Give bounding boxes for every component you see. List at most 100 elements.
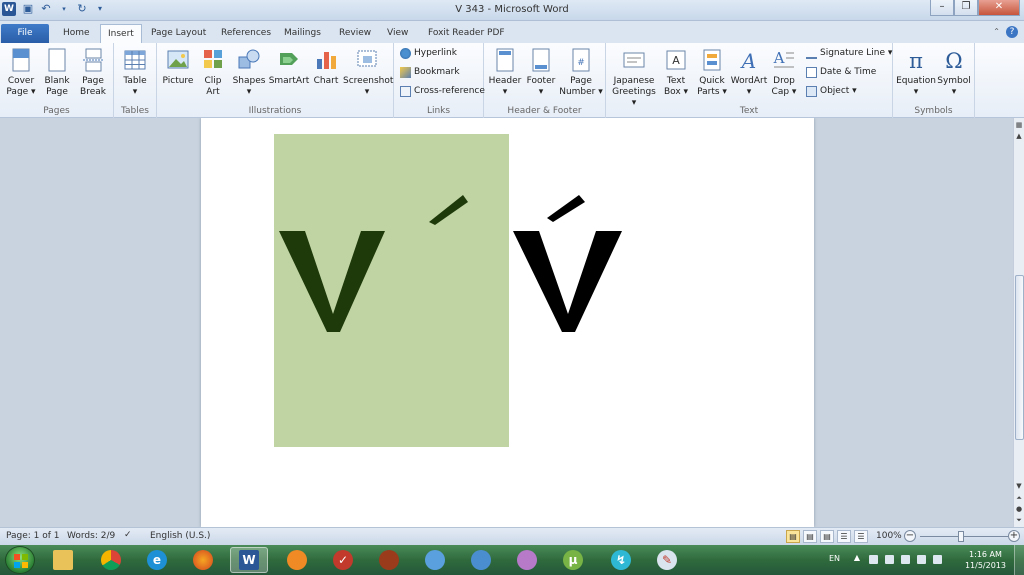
zoom-slider-track[interactable]	[920, 536, 1008, 537]
taskbar-chrome[interactable]	[92, 547, 130, 573]
tab-references[interactable]: References	[214, 24, 278, 43]
scroll-down-arrow-icon[interactable]: ▼	[1014, 481, 1024, 491]
cover-page-button[interactable]: Cover Page ▾	[4, 47, 38, 98]
picture-button[interactable]: Picture	[161, 47, 195, 87]
header-button[interactable]: Header ▾	[487, 47, 523, 98]
help-icon[interactable]: ?	[1006, 26, 1018, 38]
tab-home[interactable]: Home	[56, 24, 97, 43]
hyperlink-icon	[400, 47, 411, 59]
cross-reference-button[interactable]: Cross-reference	[400, 85, 485, 97]
hyperlink-button[interactable]: Hyperlink	[400, 47, 457, 59]
clock-date: 11/5/2013	[964, 561, 1006, 570]
taskbar-clock[interactable]: 1:16 AM 11/5/2013	[965, 549, 1006, 571]
outline-view-button[interactable]: ☰	[837, 530, 851, 543]
tray-expand-icon[interactable]: ▲	[854, 553, 860, 562]
footer-button[interactable]: Footer ▾	[523, 47, 559, 98]
flag-tray-icon[interactable]	[885, 555, 894, 564]
zoom-slider-thumb[interactable]	[958, 531, 964, 542]
next-page-icon[interactable]: ⏷	[1014, 515, 1024, 525]
volume-tray-icon[interactable]	[933, 555, 942, 564]
taskbar-app-11[interactable]	[508, 547, 546, 573]
minimize-ribbon-icon[interactable]: ⌃	[993, 27, 1000, 36]
taskbar-internet-explorer[interactable]: e	[138, 547, 176, 573]
page-number-button[interactable]: # Page Number ▾	[559, 47, 603, 98]
signature-line-button[interactable]: Signature Line ▾	[806, 47, 892, 59]
start-button[interactable]	[5, 546, 35, 574]
device-tray-icon[interactable]	[901, 555, 910, 564]
tab-insert[interactable]: Insert	[100, 24, 142, 43]
bookmark-button[interactable]: Bookmark	[400, 66, 460, 78]
tab-file[interactable]: File	[1, 24, 49, 43]
previous-page-icon[interactable]: ⏶	[1014, 493, 1024, 503]
japanese-greetings-button[interactable]: Japanese Greetings ▾	[610, 47, 658, 109]
screenshot-button[interactable]: Screenshot ▾	[343, 47, 393, 98]
detached-accent-glyph[interactable]	[429, 195, 468, 225]
object-button[interactable]: Object ▾	[806, 85, 857, 97]
page-break-button[interactable]: Page Break	[76, 47, 110, 98]
document-area[interactable]	[0, 118, 1013, 527]
restore-button[interactable]: ❐	[954, 0, 978, 16]
tab-foxit-reader-pdf[interactable]: Foxit Reader PDF	[421, 24, 512, 43]
taskbar-app-10[interactable]	[462, 547, 500, 573]
vertical-scrollbar[interactable]: ▦ ▲ ▼ ⏶ ● ⏷	[1013, 118, 1024, 527]
calendar-icon	[806, 66, 817, 78]
tab-view[interactable]: View	[380, 24, 415, 43]
browse-object-icon[interactable]: ●	[1014, 504, 1024, 514]
zoom-in-button[interactable]: +	[1008, 530, 1020, 542]
language-status[interactable]: English (U.S.)	[150, 531, 210, 541]
full-screen-reading-view-button[interactable]: ▤	[803, 530, 817, 543]
smartart-button[interactable]: SmartArt	[267, 47, 311, 87]
date-time-button[interactable]: Date & Time	[806, 66, 876, 78]
quick-parts-button[interactable]: Quick Parts ▾	[694, 47, 730, 98]
accented-v-glyph[interactable]	[513, 195, 622, 332]
dark-v-glyph[interactable]	[279, 231, 385, 332]
text-box-button[interactable]: A Text Box ▾	[660, 47, 692, 98]
word-count-status[interactable]: Words: 2/9	[67, 531, 115, 541]
taskbar-app-7[interactable]: ✓	[324, 547, 362, 573]
clip-art-button[interactable]: Clip Art	[197, 47, 229, 98]
taskbar-app-6[interactable]	[278, 547, 316, 573]
minimize-button[interactable]: –	[930, 0, 954, 16]
print-layout-view-button[interactable]: ▤	[786, 530, 800, 543]
symbol-button[interactable]: Ω Symbol ▾	[935, 47, 973, 98]
paint-icon: ✎	[657, 550, 677, 570]
shapes-button[interactable]: Shapes ▾	[231, 47, 267, 98]
taskbar-utorrent[interactable]: μ	[554, 547, 592, 573]
ruler-toggle-icon[interactable]: ▦	[1014, 120, 1024, 130]
show-desktop-button[interactable]	[1014, 545, 1024, 575]
tab-mailings[interactable]: Mailings	[277, 24, 328, 43]
input-language[interactable]: EN	[829, 554, 840, 563]
shapes-icon	[238, 49, 260, 69]
chart-button[interactable]: Chart	[311, 47, 341, 87]
taskbar-app-13[interactable]: ↯	[602, 547, 640, 573]
tab-page-layout[interactable]: Page Layout	[144, 24, 213, 43]
drop-cap-button[interactable]: A Drop Cap ▾	[768, 47, 800, 98]
close-button[interactable]: ✕	[978, 0, 1020, 16]
draft-view-button[interactable]: ☰	[854, 530, 868, 543]
taskbar-app-8[interactable]	[370, 547, 408, 573]
zoom-out-button[interactable]: −	[904, 530, 916, 542]
equation-button[interactable]: π Equation ▾	[895, 47, 937, 98]
tray-icon-1[interactable]	[869, 555, 878, 564]
taskbar-firefox[interactable]	[184, 547, 222, 573]
taskbar-explorer[interactable]	[44, 547, 82, 573]
wordart-button[interactable]: A WordArt ▾	[730, 47, 768, 98]
taskbar-word[interactable]: W	[230, 547, 268, 573]
page-number-icon: #	[572, 48, 590, 72]
scrollbar-thumb[interactable]	[1015, 275, 1024, 440]
web-layout-view-button[interactable]: ▤	[820, 530, 834, 543]
table-button[interactable]: Table ▾	[118, 47, 152, 98]
taskbar-paint[interactable]: ✎	[648, 547, 686, 573]
document-page[interactable]	[201, 118, 814, 527]
zoom-level[interactable]: 100%	[876, 531, 902, 541]
bookmark-icon	[400, 66, 411, 78]
svg-text:#: #	[577, 58, 585, 68]
gecko-app-icon	[379, 550, 399, 570]
tab-review[interactable]: Review	[332, 24, 378, 43]
page-count-status[interactable]: Page: 1 of 1	[6, 531, 60, 541]
taskbar-app-9[interactable]	[416, 547, 454, 573]
proofing-icon[interactable]: ✓	[124, 530, 136, 542]
scroll-up-arrow-icon[interactable]: ▲	[1014, 131, 1024, 141]
blank-page-button[interactable]: Blank Page	[40, 47, 74, 98]
network-tray-icon[interactable]	[917, 555, 926, 564]
